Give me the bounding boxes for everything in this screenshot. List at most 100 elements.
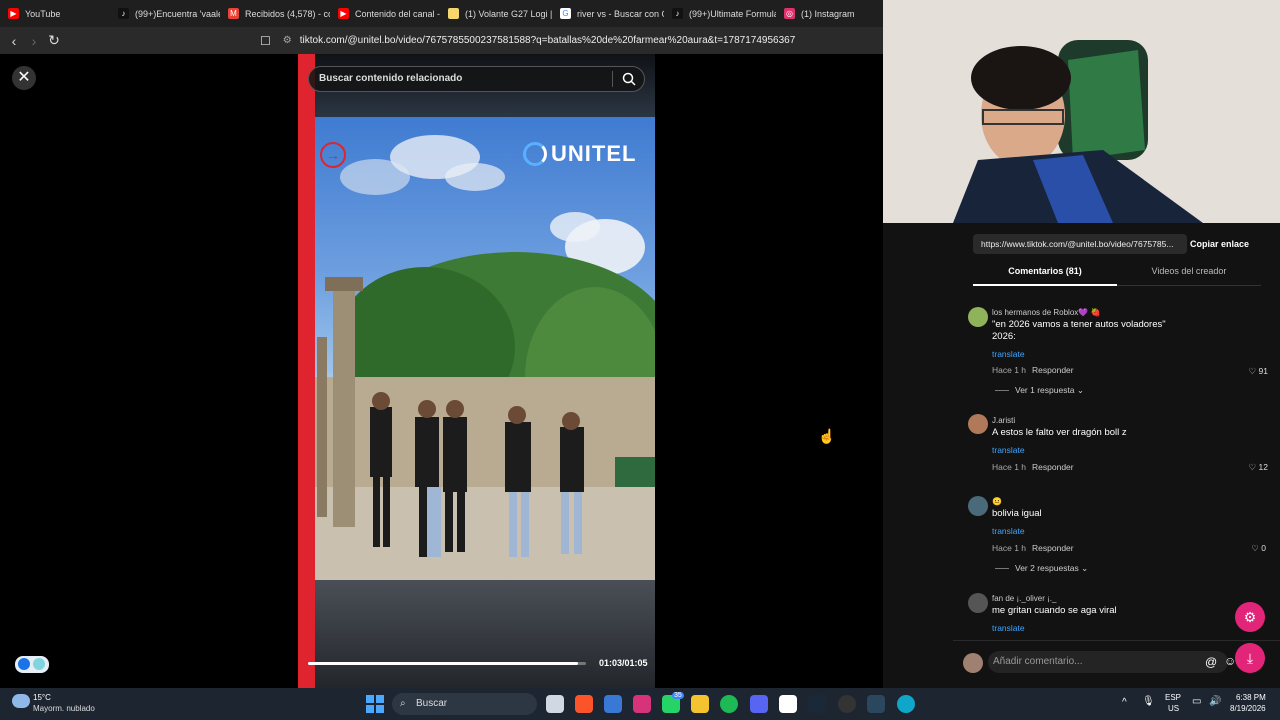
tiktok-icon: ♪ bbox=[118, 8, 129, 19]
comment-text: A estos le falto ver dragón boll z bbox=[992, 427, 1127, 438]
brave-browser-icon[interactable] bbox=[575, 695, 593, 713]
clock-date[interactable]: 8/19/2026 bbox=[1230, 704, 1266, 713]
back-icon[interactable]: ‹ bbox=[4, 33, 24, 49]
bookmark-icon[interactable]: ☐ bbox=[260, 34, 271, 48]
weather-icon[interactable] bbox=[12, 694, 30, 708]
comment-username[interactable]: J.aristi bbox=[992, 416, 1015, 425]
address-bar: ‹ › ↻ ☐ ⚙ tiktok.com/@unitel.bo/video/76… bbox=[0, 27, 883, 54]
translate-link[interactable]: translate bbox=[992, 623, 1025, 633]
comments-panel bbox=[883, 223, 1280, 688]
instagram-icon: ◎ bbox=[784, 8, 795, 19]
avatar[interactable] bbox=[968, 496, 988, 516]
extension-icon[interactable] bbox=[15, 656, 49, 673]
region-indicator[interactable]: US bbox=[1168, 704, 1179, 713]
chevron-up-icon[interactable]: ^ bbox=[1122, 697, 1127, 708]
steam-icon[interactable] bbox=[808, 695, 826, 713]
google-icon: G bbox=[560, 8, 571, 19]
comment-meta: Hace 1 h Responder bbox=[992, 365, 1074, 375]
avatar[interactable] bbox=[968, 307, 988, 327]
comment-username[interactable]: fan de ¡._oliver ¡._ bbox=[992, 594, 1056, 603]
close-icon[interactable]: ✕ bbox=[12, 66, 36, 90]
hand-cursor-icon: ☝ bbox=[818, 428, 836, 444]
webcam-feed bbox=[883, 0, 1280, 223]
reply-button[interactable]: Responder bbox=[1032, 543, 1074, 553]
browser-tab[interactable]: ♪ (99+)Ultimate Formula bbox=[664, 0, 776, 27]
search-icon[interactable] bbox=[621, 71, 637, 87]
translate-link[interactable]: translate bbox=[992, 526, 1025, 536]
heart-icon: ♡ bbox=[1251, 543, 1262, 553]
forward-icon[interactable]: › bbox=[24, 33, 44, 49]
unitel-logo-icon bbox=[523, 142, 547, 166]
unitel-logo: UNITEL bbox=[523, 141, 636, 167]
store-icon[interactable] bbox=[604, 695, 622, 713]
app-icon[interactable] bbox=[838, 695, 856, 713]
like-count[interactable]: ♡ 91 bbox=[1228, 366, 1268, 377]
edge-icon[interactable] bbox=[897, 695, 915, 713]
heart-icon: ♡ bbox=[1248, 462, 1259, 472]
related-search-input[interactable]: Buscar contenido relacionado bbox=[308, 66, 645, 92]
search-divider bbox=[612, 71, 613, 87]
comment-username[interactable]: los hermanos de Roblox💜 🍓 bbox=[992, 308, 1100, 317]
video-bottom-area bbox=[315, 580, 655, 688]
view-replies-button[interactable]: Ver 2 respuestas ⌄ bbox=[995, 563, 1088, 574]
comment-meta: Hace 1 h Responder bbox=[992, 462, 1074, 472]
video-red-border bbox=[298, 54, 315, 688]
tiktok-icon: ♪ bbox=[672, 8, 683, 19]
translate-link[interactable]: translate bbox=[992, 349, 1025, 359]
mention-icon[interactable]: @ bbox=[1205, 655, 1217, 669]
file-explorer-icon[interactable] bbox=[691, 695, 709, 713]
browser-tab[interactable]: M Recibidos (4,578) - co bbox=[220, 0, 330, 27]
avatar bbox=[963, 653, 983, 673]
avatar[interactable] bbox=[968, 414, 988, 434]
language-indicator[interactable]: ESP bbox=[1165, 693, 1181, 702]
share-url-field[interactable]: https://www.tiktok.com/@unitel.bo/video/… bbox=[973, 234, 1187, 254]
microphone-icon[interactable]: 🎙 bbox=[1142, 696, 1155, 707]
heart-icon: ♡ bbox=[1248, 366, 1259, 376]
reply-button[interactable]: Responder bbox=[1032, 365, 1074, 375]
whatsapp-badge: 35 bbox=[672, 692, 684, 699]
divider bbox=[953, 640, 1280, 641]
browser-tab[interactable]: (1) Volante G27 Logi | bbox=[440, 0, 552, 27]
browser-tab[interactable]: Griver vs - Buscar con G bbox=[552, 0, 664, 27]
video-frame[interactable] bbox=[315, 117, 655, 580]
discord-icon[interactable] bbox=[750, 695, 768, 713]
windows-start-icon[interactable] bbox=[366, 695, 384, 713]
volume-icon[interactable]: 🔊 bbox=[1209, 696, 1221, 707]
url-field[interactable]: tiktok.com/@unitel.bo/video/767578550023… bbox=[300, 35, 796, 46]
reload-icon[interactable]: ↻ bbox=[44, 32, 64, 49]
browser-tab[interactable]: ▶ YouTube bbox=[0, 0, 110, 27]
site-info-icon[interactable]: ⚙ bbox=[283, 35, 292, 46]
translate-link[interactable]: translate bbox=[992, 445, 1025, 455]
comment-input[interactable]: Añadir comentario... bbox=[988, 651, 1228, 673]
notion-icon[interactable] bbox=[779, 695, 797, 713]
comment-text: "en 2026 vamos a tener autos voladores" … bbox=[992, 319, 1166, 342]
browser-tab[interactable]: ▶ Contenido del canal - bbox=[330, 0, 440, 27]
browser-tab[interactable]: ♪ (99+)Encuentra 'vaalen bbox=[110, 0, 220, 27]
reply-button[interactable]: Responder bbox=[1032, 462, 1074, 472]
download-icon[interactable]: ⤓ bbox=[1235, 643, 1265, 673]
comment-username[interactable]: 😐 bbox=[992, 497, 1002, 506]
view-replies-button[interactable]: Ver 1 respuesta ⌄ bbox=[995, 385, 1084, 396]
youtube-icon: ▶ bbox=[8, 8, 19, 19]
comment-text: bolivia igual bbox=[992, 508, 1042, 519]
weather-desc: Mayorm. nublado bbox=[33, 704, 95, 713]
clock-time[interactable]: 6:38 PM bbox=[1236, 693, 1266, 702]
marketplace-icon bbox=[448, 8, 459, 19]
tab-creator-videos[interactable]: Videos del creador bbox=[1117, 266, 1261, 276]
weather-temp: 15°C bbox=[33, 693, 51, 702]
copy-link-button[interactable]: Copiar enlace bbox=[1190, 234, 1249, 254]
display-icon[interactable]: ▭ bbox=[1192, 696, 1201, 707]
instagram-icon[interactable] bbox=[633, 695, 651, 713]
like-count[interactable]: ♡ 0 bbox=[1226, 543, 1266, 554]
taskbar-search[interactable]: ⌕ Buscar bbox=[392, 693, 537, 715]
avatar[interactable] bbox=[968, 593, 988, 613]
steam-icon[interactable] bbox=[867, 695, 885, 713]
tab-comments[interactable]: Comentarios (81) bbox=[973, 266, 1117, 276]
settings-icon[interactable]: ⚙ bbox=[1235, 602, 1265, 632]
task-view-icon[interactable] bbox=[546, 695, 564, 713]
browser-tab[interactable]: ◎ (1) Instagram bbox=[776, 0, 883, 27]
spotify-icon[interactable] bbox=[720, 695, 738, 713]
search-icon: ⌕ bbox=[400, 698, 406, 709]
browser-tab-bar: ▶ YouTube ♪ (99+)Encuentra 'vaalen M Recibi… bbox=[0, 0, 883, 27]
like-count[interactable]: ♡ 12 bbox=[1228, 462, 1268, 473]
